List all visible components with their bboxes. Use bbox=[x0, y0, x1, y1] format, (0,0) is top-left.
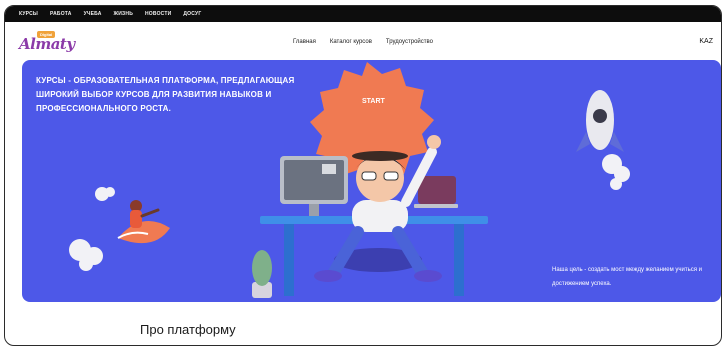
hero-title: Курсы - образовательная платформа, предл… bbox=[36, 76, 295, 113]
hero-mission-note: Наша цель - создать мост между желанием … bbox=[552, 267, 703, 287]
nav-employment[interactable]: Трудоустройство bbox=[386, 39, 433, 45]
rocket-icon bbox=[576, 90, 630, 190]
about-platform-heading: Про платформу bbox=[140, 322, 236, 337]
nav-catalog[interactable]: Каталог курсов bbox=[330, 39, 372, 45]
nav-home[interactable]: Главная bbox=[293, 39, 316, 45]
top-link-work[interactable]: РАБОТА bbox=[50, 11, 72, 17]
logo-text: Almaty bbox=[19, 35, 75, 53]
top-nav-bar: КУРСЫ РАБОТА УЧЕБА ЖИЗНЬ НОВОСТИ ДОСУГ bbox=[5, 6, 721, 22]
language-switch[interactable]: KAZ bbox=[699, 38, 713, 45]
flying-figure-icon bbox=[117, 200, 170, 244]
top-link-leisure[interactable]: ДОСУГ bbox=[183, 11, 201, 17]
main-nav: Главная Каталог курсов Трудоустройство bbox=[293, 39, 433, 45]
hero-banner: Курсы - образовательная платформа, предл… bbox=[22, 60, 721, 302]
top-link-news[interactable]: НОВОСТИ bbox=[145, 11, 171, 17]
top-link-courses[interactable]: КУРСЫ bbox=[19, 11, 38, 17]
top-link-study[interactable]: УЧЕБА bbox=[84, 11, 102, 17]
browser-frame: КУРСЫ РАБОТА УЧЕБА ЖИЗНЬ НОВОСТИ ДОСУГ D… bbox=[4, 5, 722, 346]
start-label: START bbox=[362, 98, 385, 105]
top-link-life[interactable]: ЖИЗНЬ bbox=[114, 11, 133, 17]
site-header: Digital Almaty Главная Каталог курсов Тр… bbox=[5, 22, 721, 62]
site-logo[interactable]: Digital Almaty bbox=[19, 31, 75, 57]
